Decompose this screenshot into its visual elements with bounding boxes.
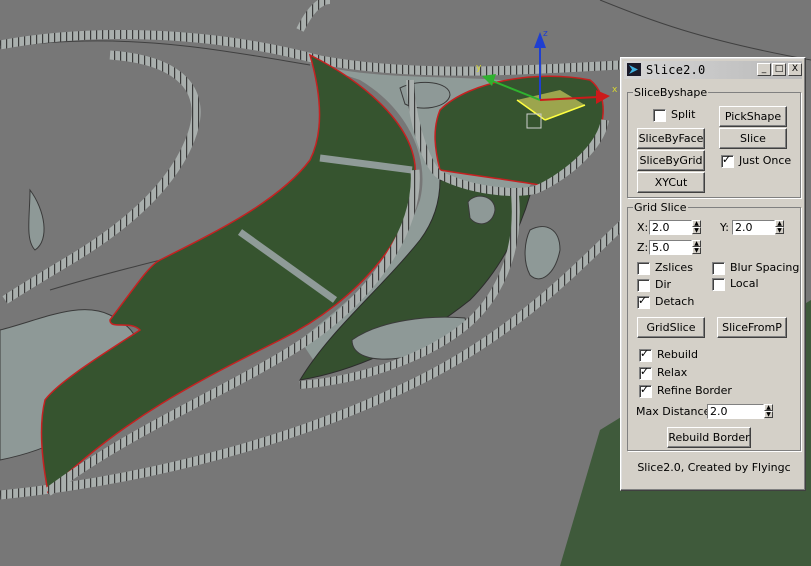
detach-checkbox-box[interactable] bbox=[637, 294, 650, 309]
relax-checkbox-box[interactable] bbox=[639, 365, 652, 380]
grid-slice-button[interactable]: GridSlice bbox=[637, 317, 705, 338]
max-distance-spinner[interactable]: ▲▼ bbox=[707, 404, 775, 419]
blur-spacing-checkbox-box[interactable] bbox=[712, 262, 725, 275]
z-down-arrow-icon[interactable]: ▼ bbox=[692, 247, 701, 254]
slice-from-p-button[interactable]: SliceFromP bbox=[717, 317, 787, 338]
dir-checkbox[interactable]: Dir bbox=[637, 278, 671, 293]
split-checkbox[interactable]: Split bbox=[653, 108, 695, 123]
y-spinner-arrows[interactable]: ▲ ▼ bbox=[775, 220, 784, 235]
y-input[interactable] bbox=[732, 220, 775, 235]
app-icon bbox=[627, 63, 641, 76]
minimize-button[interactable]: _ bbox=[757, 63, 771, 76]
maximize-button[interactable]: □ bbox=[772, 63, 786, 76]
slice-dialog: Slice2.0 _ □ X SliceByshape Split PickSh… bbox=[620, 57, 806, 491]
slice-by-face-button[interactable]: SliceByFace bbox=[637, 128, 705, 149]
slice-by-grid-button[interactable]: SliceByGrid bbox=[637, 150, 705, 171]
x-down-arrow-icon[interactable]: ▼ bbox=[692, 227, 701, 234]
detach-checkbox[interactable]: Detach bbox=[637, 294, 695, 310]
just-once-checkbox-box[interactable] bbox=[721, 153, 734, 168]
blur-spacing-checkbox[interactable]: Blur Spacing bbox=[712, 261, 799, 276]
y-down-arrow-icon[interactable]: ▼ bbox=[775, 227, 784, 234]
y-spinner[interactable]: ▲▼ bbox=[732, 220, 784, 235]
blur-spacing-label: Blur Spacing bbox=[730, 261, 800, 274]
max-distance-input[interactable] bbox=[707, 404, 764, 419]
rebuild-checkbox[interactable]: Rebuild bbox=[639, 347, 698, 363]
x-input[interactable] bbox=[649, 220, 692, 235]
axis-label-x: x bbox=[612, 85, 618, 95]
slice-by-shape-legend: SliceByshape bbox=[634, 86, 708, 99]
detach-label: Detach bbox=[655, 295, 695, 308]
max-distance-up-arrow-icon[interactable]: ▲ bbox=[764, 404, 773, 411]
dialog-titlebar[interactable]: Slice2.0 _ □ X bbox=[624, 61, 802, 79]
zslices-checkbox[interactable]: Zslices bbox=[637, 261, 693, 276]
max-distance-label: Max Distance: bbox=[636, 405, 715, 418]
zslices-label: Zslices bbox=[655, 261, 693, 274]
axis-label-z: z bbox=[543, 29, 548, 39]
dir-checkbox-box[interactable] bbox=[637, 279, 650, 292]
rebuild-checkbox-box[interactable] bbox=[639, 347, 652, 362]
z-spinner-arrows[interactable]: ▲ ▼ bbox=[692, 240, 701, 255]
axis-label-y: y bbox=[476, 63, 482, 73]
y-up-arrow-icon[interactable]: ▲ bbox=[775, 220, 784, 227]
xy-cut-button[interactable]: XYCut bbox=[637, 172, 705, 193]
credit-text: Slice2.0, Created by Flyingc bbox=[637, 461, 791, 474]
rebuild-border-button[interactable]: Rebuild Border bbox=[667, 427, 751, 448]
z-spinner[interactable]: ▲▼ bbox=[649, 240, 701, 255]
x-up-arrow-icon[interactable]: ▲ bbox=[692, 220, 701, 227]
z-label: Z: bbox=[637, 241, 649, 254]
x-label: X: bbox=[637, 221, 649, 234]
split-checkbox-box[interactable] bbox=[653, 109, 666, 122]
just-once-label: Just Once bbox=[739, 154, 792, 167]
grid-slice-legend: Grid Slice bbox=[634, 201, 687, 214]
z-input[interactable] bbox=[649, 240, 692, 255]
z-up-arrow-icon[interactable]: ▲ bbox=[692, 240, 701, 247]
refine-border-checkbox[interactable]: Refine Border bbox=[639, 383, 732, 399]
refine-border-checkbox-box[interactable] bbox=[639, 383, 652, 398]
relax-label: Relax bbox=[657, 366, 688, 379]
close-button[interactable]: X bbox=[788, 63, 802, 76]
pick-shape-button[interactable]: PickShape bbox=[719, 106, 787, 127]
slice-button[interactable]: Slice bbox=[719, 128, 787, 149]
just-once-checkbox[interactable]: Just Once bbox=[721, 153, 792, 169]
local-checkbox-box[interactable] bbox=[712, 278, 725, 291]
max-distance-spinner-arrows[interactable]: ▲ ▼ bbox=[764, 404, 773, 419]
dir-label: Dir bbox=[655, 278, 672, 291]
refine-border-label: Refine Border bbox=[657, 384, 732, 397]
max-distance-down-arrow-icon[interactable]: ▼ bbox=[764, 411, 773, 418]
y-label: Y: bbox=[720, 221, 729, 234]
rebuild-label: Rebuild bbox=[657, 348, 698, 361]
local-label: Local bbox=[730, 277, 759, 290]
split-label: Split bbox=[671, 108, 696, 121]
x-spinner-arrows[interactable]: ▲ ▼ bbox=[692, 220, 701, 235]
x-spinner[interactable]: ▲▼ bbox=[649, 220, 701, 235]
zslices-checkbox-box[interactable] bbox=[637, 262, 650, 275]
dialog-title: Slice2.0 bbox=[646, 63, 706, 77]
relax-checkbox[interactable]: Relax bbox=[639, 365, 688, 381]
local-checkbox[interactable]: Local bbox=[712, 277, 759, 292]
